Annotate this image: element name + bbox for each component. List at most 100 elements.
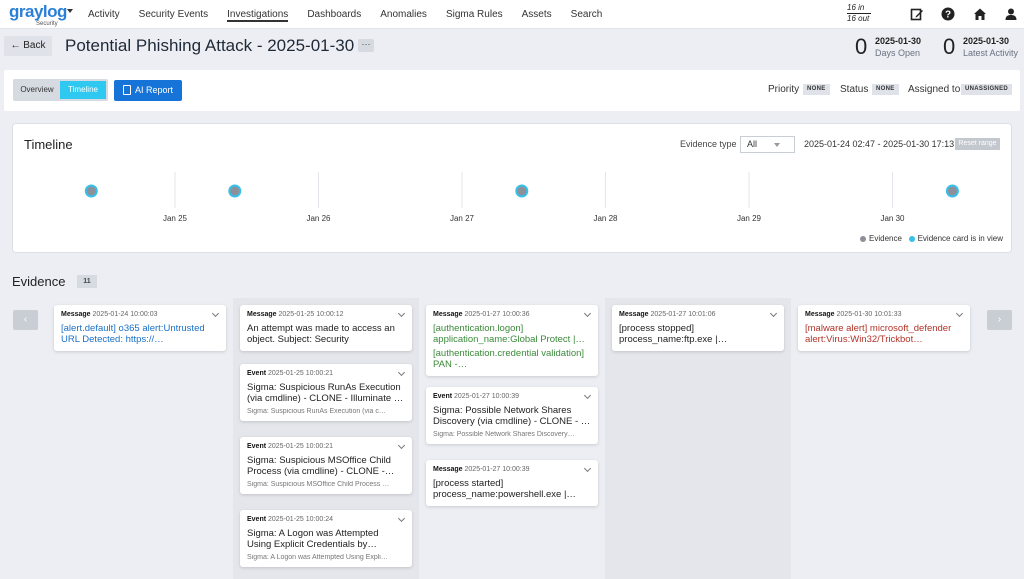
throughput-indicator[interactable]: 16 in 16 out [847,3,873,24]
evidence-summary: Sigma: Suspicious RunAs Execution (via c… [247,382,404,404]
evidence-card[interactable]: Event 2025-01-25 10:00:21 Sigma: Suspicio… [240,364,412,421]
evidence-timestamp: 2025-01-25 10:00:21 [266,370,334,377]
page-title: Potential Phishing Attack - 2025-01-30 [65,36,355,55]
main-nav: Activity Security Events Investigations … [88,0,621,29]
ai-report-label: AI Report [135,85,174,95]
view-toolbar: Overview Timeline AI Report Priority NON… [4,70,1020,111]
evidence-card-header: Event 2025-01-25 10:00:21 [247,443,405,450]
evidence-next-button[interactable]: › [987,310,1012,330]
evidence-timestamp: 2025-01-27 10:00:36 [462,311,530,318]
evidence-type: Message [433,311,463,318]
evidence-type: Message [619,311,649,318]
evidence-card[interactable]: Message 2025-01-25 10:00:12 An attempt wa… [240,305,412,351]
evidence-rule-name: Sigma: Suspicious MSOffice Child Process… [247,481,390,488]
timeline-tick-label: Jan 27 [450,214,475,223]
chevron-down-icon[interactable] [67,9,73,13]
view-toggle: Overview Timeline [13,79,108,101]
evidence-summary: Sigma: A Logon was Attempted Using Expli… [247,528,379,550]
evidence-summary: Sigma: Suspicious MSOffice Child Process… [247,455,395,477]
home-icon[interactable] [973,7,987,21]
evidence-summary: [malware alert] microsoft_defender alert… [805,323,952,345]
timeline-tick-label: Jan 30 [880,214,905,223]
evidence-type: Event [433,393,453,400]
timeline-range: 2025-01-24 02:47 - 2025-01-30 17:13 [804,139,955,149]
throughput-out: 16 out [847,14,870,23]
reset-range-button[interactable]: Reset range [955,138,1000,150]
timeline-legend: Evidence Evidence card is in view [860,234,1003,243]
timeline-tick-label: Jan 28 [593,214,618,223]
nav-assets[interactable]: Assets [522,0,552,29]
evidence-rule-name: Sigma: Possible Network Shares Discovery… [433,431,575,438]
timeline-evidence-point[interactable] [945,184,959,198]
status-badge[interactable]: NONE [872,84,899,95]
back-button[interactable]: ← Back [4,36,52,56]
user-icon[interactable] [1004,7,1018,21]
evidence-type: Message [805,311,835,318]
help-icon[interactable]: ? [941,7,955,21]
edit-icon[interactable] [910,7,924,21]
tab-timeline[interactable]: Timeline [60,81,106,99]
evidence-summary: [authentication.logon] application_name:… [433,323,585,345]
timeline-tick-label: Jan 29 [737,214,762,223]
tab-overview[interactable]: Overview [15,81,59,99]
more-options-button[interactable]: ··· [358,39,374,52]
logo-wordmark: graylog [9,2,67,21]
graylog-logo[interactable]: graylog Security [9,2,67,28]
timeline-panel: Jan 25 Jan 26 Jan 27 Jan 28 Jan 29 Jan 30 Tim… [12,123,1012,253]
chevron-down-icon [774,143,780,147]
evidence-card[interactable]: Message 2025-01-30 10:01:33 [malware aler… [798,305,970,351]
evidence-card-header: Message 2025-01-30 10:01:33 [805,311,963,318]
evidence-count-badge: 11 [77,275,97,288]
legend-evidence-marker [860,235,866,242]
timeline-evidence-point[interactable] [515,184,529,198]
evidence-type: Event [247,370,267,377]
evidence-card[interactable]: Message 2025-01-27 10:01:06 [process stop… [612,305,784,351]
evidence-timestamp: 2025-01-25 10:00:21 [266,443,334,450]
nav-activity[interactable]: Activity [88,0,120,29]
evidence-card-header: Message 2025-01-25 10:00:12 [247,311,405,318]
stat-date: 2025-01-30 [875,36,922,46]
document-icon [123,85,131,95]
evidence-type: Message [247,311,277,318]
nav-anomalies[interactable]: Anomalies [380,0,427,29]
back-label: Back [23,40,46,51]
evidence-card[interactable]: Event 2025-01-25 10:00:24 Sigma: A Logon … [240,510,412,567]
nav-investigations[interactable]: Investigations [227,0,289,22]
evidence-prev-button[interactable]: ‹ [13,310,38,330]
svg-text:?: ? [945,10,951,21]
nav-sigma-rules[interactable]: Sigma Rules [446,0,503,29]
nav-search[interactable]: Search [571,0,603,29]
evidence-card[interactable]: Message 2025-01-27 10:00:36 [authenticati… [426,305,598,376]
timeline-tick-label: Jan 26 [306,214,331,223]
evidence-timestamp: 2025-01-27 10:00:39 [452,393,520,400]
ai-report-button[interactable]: AI Report [114,80,182,101]
legend-evidence: Evidence [869,234,902,243]
timeline-evidence-point[interactable] [228,184,242,198]
legend-in-view-marker [908,235,915,242]
evidence-card-header: Event 2025-01-27 10:00:39 [433,393,591,400]
timeline-evidence-point[interactable] [84,184,98,198]
top-navbar: graylog Security Activity Security Event… [0,0,1024,29]
stat-label: Latest Activity [963,48,1019,58]
evidence-summary: An attempt was made to access an object.… [247,323,395,345]
nav-security-events[interactable]: Security Events [139,0,208,29]
evidence-card[interactable]: Message 2025-01-24 10:00:03 [alert.defaul… [54,305,226,351]
throughput-in: 16 in [847,3,871,14]
evidence-card[interactable]: Message 2025-01-27 10:00:39 [process star… [426,460,598,506]
evidence-card[interactable]: Event 2025-01-25 10:00:21 Sigma: Suspicio… [240,437,412,494]
investigation-header: ← Back Potential Phishing Attack - 2025-… [0,30,1024,68]
evidence-type-select[interactable]: All [740,136,795,153]
evidence-timestamp: 2025-01-27 10:00:39 [462,466,530,473]
evidence-rule-name: Sigma: A Logon was Attempted Using Expli… [247,554,388,561]
assignee-badge[interactable]: UNASSIGNED [961,84,1013,95]
evidence-card[interactable]: Event 2025-01-27 10:00:39 Sigma: Possible… [426,387,598,444]
evidence-card-header: Event 2025-01-25 10:00:21 [247,370,405,377]
priority-badge[interactable]: NONE [803,84,830,95]
legend-in-view: Evidence card is in view [917,234,1003,243]
stat-value: 0 [943,34,956,59]
nav-dashboards[interactable]: Dashboards [307,0,361,29]
evidence-summary: [alert.default] o365 alert:Untrusted URL… [61,323,205,345]
evidence-timestamp: 2025-01-30 10:01:33 [834,311,902,318]
stat-date: 2025-01-30 [963,36,1010,46]
evidence-heading: Evidence [12,274,66,289]
